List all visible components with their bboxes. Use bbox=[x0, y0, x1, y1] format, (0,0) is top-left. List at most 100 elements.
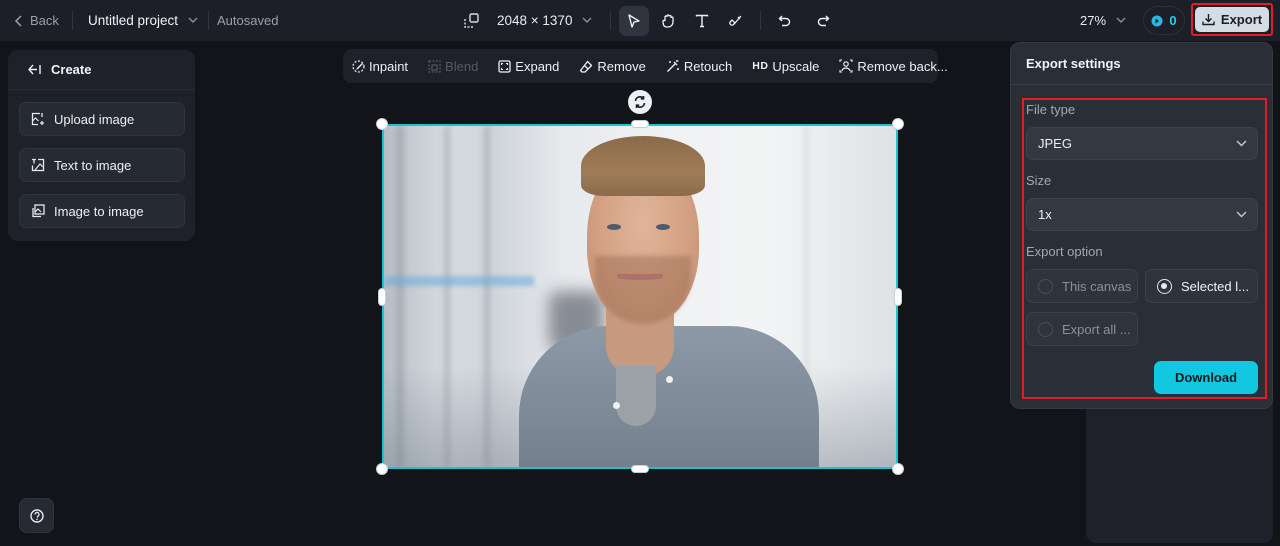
resize-handle-bottom[interactable] bbox=[631, 465, 649, 473]
chevron-down-icon bbox=[1236, 211, 1247, 218]
canvas-size: 2048 × 1370 bbox=[497, 13, 573, 28]
resize-handle-bottom-left[interactable] bbox=[376, 463, 388, 475]
credits-icon bbox=[1151, 15, 1163, 26]
project-name-dropdown[interactable]: Untitled project bbox=[88, 0, 198, 41]
brush-tool-button[interactable] bbox=[721, 6, 751, 36]
cursor-icon bbox=[628, 13, 640, 28]
file-type-label: File type bbox=[1026, 102, 1076, 117]
text-tool-button[interactable] bbox=[687, 6, 717, 36]
export-button-inner: Export bbox=[1195, 7, 1269, 32]
canvas-size-dropdown[interactable]: 2048 × 1370 bbox=[464, 0, 592, 41]
expand-icon bbox=[498, 59, 511, 73]
hd-icon: HD bbox=[752, 60, 769, 72]
canvas-image[interactable] bbox=[382, 124, 898, 469]
brush-icon bbox=[729, 15, 742, 26]
download-button[interactable]: Download bbox=[1154, 361, 1258, 394]
rotate-handle[interactable] bbox=[628, 90, 652, 114]
expand-label: Expand bbox=[515, 58, 560, 74]
blend-icon bbox=[428, 59, 441, 73]
option-label: Export all ... bbox=[1062, 321, 1131, 337]
file-type-select[interactable]: JPEG bbox=[1026, 127, 1258, 160]
hand-icon bbox=[661, 14, 674, 28]
help-icon bbox=[29, 508, 44, 523]
image-to-image-button[interactable]: Image to image bbox=[19, 194, 185, 228]
chevron-down-icon bbox=[188, 17, 198, 23]
inpaint-icon bbox=[352, 59, 365, 73]
remove-background-button[interactable]: Remove back... bbox=[839, 58, 948, 74]
photo-detail bbox=[666, 376, 673, 383]
image-to-image-icon bbox=[32, 204, 45, 218]
resize-handle-right[interactable] bbox=[894, 288, 902, 306]
resize-handle-bottom-right[interactable] bbox=[892, 463, 904, 475]
resize-handle-top-right[interactable] bbox=[892, 118, 904, 130]
zoom-level: 27% bbox=[1080, 13, 1107, 28]
redo-icon bbox=[817, 15, 830, 26]
divider bbox=[610, 11, 611, 30]
export-option-this-canvas[interactable]: This canvas bbox=[1026, 269, 1138, 303]
export-label: Export bbox=[1220, 12, 1263, 27]
photo-subject-hair bbox=[581, 136, 705, 196]
zoom-dropdown[interactable]: 27% bbox=[1080, 0, 1126, 41]
option-label: This canvas bbox=[1062, 278, 1132, 294]
inpaint-button[interactable]: Inpaint bbox=[352, 59, 408, 74]
remove-background-label: Remove back... bbox=[857, 58, 948, 74]
rotate-icon bbox=[634, 96, 646, 108]
radio-icon bbox=[1038, 278, 1053, 294]
photo-subject-eye bbox=[607, 224, 621, 230]
blend-button[interactable]: Blend bbox=[428, 59, 478, 74]
back-label: Back bbox=[30, 13, 59, 28]
blend-label: Blend bbox=[445, 58, 479, 74]
photo-detail bbox=[613, 402, 620, 409]
magic-wand-icon bbox=[666, 60, 679, 72]
redo-button[interactable] bbox=[808, 6, 838, 36]
help-button[interactable] bbox=[19, 498, 54, 533]
remove-button[interactable]: Remove bbox=[579, 58, 646, 74]
expand-button[interactable]: Expand bbox=[498, 59, 559, 74]
resize-handle-top[interactable] bbox=[631, 120, 649, 128]
project-name: Untitled project bbox=[88, 13, 179, 28]
back-button[interactable]: Back bbox=[14, 0, 59, 41]
image-to-image-label: Image to image bbox=[54, 203, 144, 219]
export-button[interactable]: Export bbox=[1191, 3, 1273, 36]
upload-image-button[interactable]: Upload image bbox=[19, 102, 185, 136]
upload-image-label: Upload image bbox=[54, 111, 135, 127]
undo-icon bbox=[778, 15, 791, 26]
select-tool-button[interactable] bbox=[619, 5, 649, 36]
radio-icon bbox=[1038, 321, 1053, 337]
chevron-down-icon bbox=[582, 17, 592, 23]
credits-badge[interactable]: 0 bbox=[1143, 6, 1185, 35]
text-to-image-label: Text to image bbox=[54, 157, 132, 173]
remove-label: Remove bbox=[597, 58, 646, 74]
retouch-button[interactable]: Retouch bbox=[666, 59, 732, 74]
export-option-export-all[interactable]: Export all ... bbox=[1026, 312, 1138, 346]
undo-button[interactable] bbox=[770, 6, 800, 36]
resize-handle-top-left[interactable] bbox=[376, 118, 388, 130]
size-label: Size bbox=[1026, 173, 1052, 188]
chevron-left-icon bbox=[14, 14, 22, 27]
resize-handle-left[interactable] bbox=[378, 288, 386, 306]
size-value: 1x bbox=[1038, 207, 1052, 222]
divider bbox=[760, 11, 761, 30]
chevron-down-icon bbox=[1116, 17, 1126, 23]
upload-image-icon bbox=[31, 112, 44, 126]
export-settings-popover: Export settings File type JPEG Size 1x E… bbox=[1010, 42, 1273, 409]
size-select[interactable]: 1x bbox=[1026, 198, 1258, 231]
edit-toolbar: Inpaint Blend Expand Remove Retouch HD U… bbox=[343, 49, 948, 83]
text-to-image-icon bbox=[31, 158, 45, 172]
create-title: Create bbox=[51, 62, 92, 77]
remove-background-icon bbox=[839, 59, 853, 73]
upscale-button[interactable]: HD Upscale bbox=[752, 59, 819, 74]
divider bbox=[208, 11, 209, 30]
export-option-selected-layers[interactable]: Selected l... bbox=[1145, 269, 1258, 303]
export-settings-title: Export settings bbox=[1011, 43, 1272, 85]
file-type-value: JPEG bbox=[1038, 136, 1072, 151]
download-icon bbox=[1202, 14, 1215, 26]
text-to-image-button[interactable]: Text to image bbox=[19, 148, 185, 182]
resize-icon bbox=[464, 13, 479, 28]
divider bbox=[72, 11, 73, 30]
pan-tool-button[interactable] bbox=[653, 6, 683, 36]
text-icon bbox=[695, 14, 709, 27]
export-option-label: Export option bbox=[1026, 244, 1103, 259]
photo-subject-eye bbox=[656, 224, 670, 230]
create-panel-header[interactable]: Create bbox=[8, 50, 195, 90]
